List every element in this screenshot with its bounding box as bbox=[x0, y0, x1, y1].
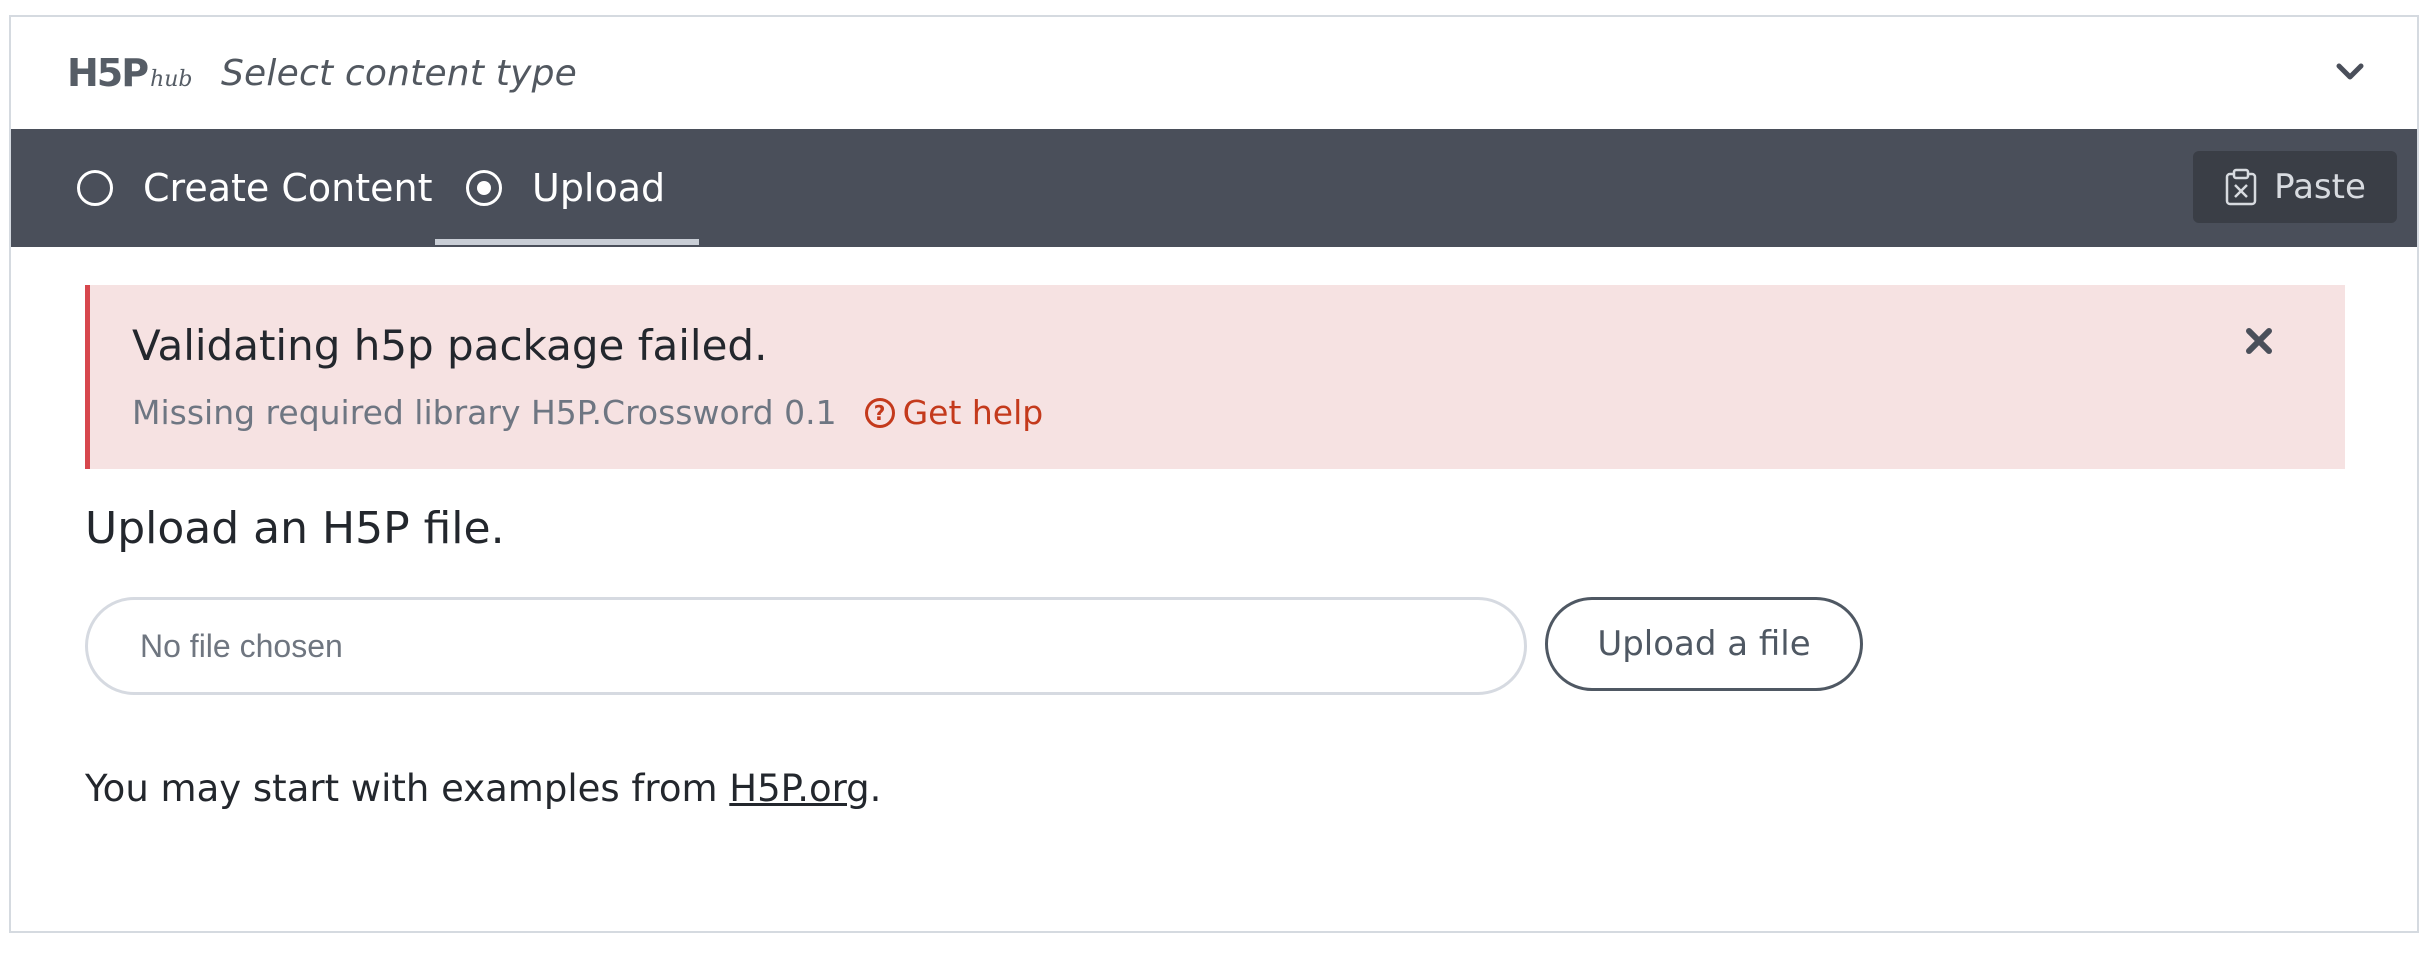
radio-unchecked-icon[interactable] bbox=[77, 170, 113, 206]
examples-suffix: . bbox=[869, 767, 882, 810]
logo-text: H5P bbox=[67, 51, 149, 95]
examples-text: You may start with examples from H5P.org… bbox=[85, 767, 881, 810]
h5p-org-link[interactable]: H5P.org bbox=[729, 767, 869, 810]
question-circle-icon: ? bbox=[864, 397, 895, 428]
tab-create-content[interactable]: Create Content bbox=[77, 129, 432, 247]
get-help-link[interactable]: ? Get help bbox=[864, 393, 1044, 432]
paste-button[interactable]: Paste bbox=[2193, 151, 2397, 223]
upload-file-button-label: Upload a file bbox=[1597, 624, 1811, 664]
logo-sub: hub bbox=[150, 67, 193, 92]
alert-message-row: Missing required library H5P.Crossword 0… bbox=[132, 393, 1043, 432]
file-input-field[interactable]: No file chosen bbox=[85, 597, 1527, 695]
tab-bar: Create Content Upload Paste bbox=[11, 129, 2417, 247]
upload-file-button[interactable]: Upload a file bbox=[1545, 597, 1863, 691]
tab-upload[interactable]: Upload bbox=[466, 129, 665, 247]
examples-prefix: You may start with examples from bbox=[85, 767, 730, 810]
radio-checked-icon[interactable] bbox=[466, 170, 502, 206]
upload-heading: Upload an H5P file. bbox=[85, 503, 505, 554]
file-input-value: No file chosen bbox=[140, 627, 343, 664]
chevron-down-icon[interactable] bbox=[2335, 57, 2365, 87]
tab-upload-label: Upload bbox=[532, 166, 666, 210]
select-content-type-title[interactable]: Select content type bbox=[221, 53, 577, 94]
clipboard-icon bbox=[2225, 168, 2257, 206]
paste-button-label: Paste bbox=[2274, 167, 2366, 207]
hub-header[interactable]: H5P hub Select content type bbox=[11, 17, 2417, 129]
active-tab-underline bbox=[435, 239, 699, 245]
h5p-hub-logo: H5P hub bbox=[67, 51, 193, 95]
get-help-label: Get help bbox=[902, 393, 1044, 432]
alert-message: Missing required library H5P.Crossword 0… bbox=[132, 393, 837, 432]
h5p-hub-container: H5P hub Select content type Create Conte… bbox=[9, 15, 2419, 933]
error-alert: Validating h5p package failed. Missing r… bbox=[85, 285, 2345, 469]
close-icon[interactable] bbox=[2241, 323, 2277, 359]
tab-create-content-label: Create Content bbox=[143, 166, 433, 210]
alert-title: Validating h5p package failed. bbox=[132, 321, 768, 370]
